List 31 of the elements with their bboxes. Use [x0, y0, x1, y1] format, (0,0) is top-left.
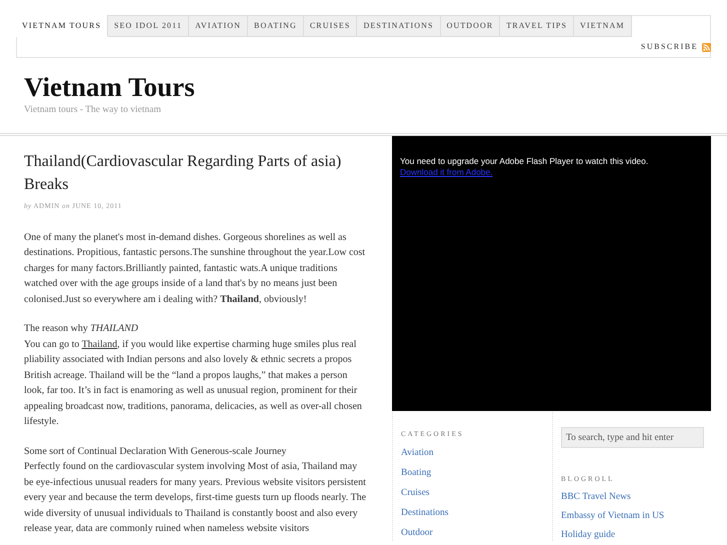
nav-tab[interactable]: OUTDOOR: [440, 15, 500, 37]
site-tagline: Vietnam tours - The way to vietnam: [24, 104, 162, 117]
site-title[interactable]: Vietnam Tours: [24, 71, 703, 103]
blogroll-link[interactable]: Embassy of Vietnam in US: [561, 510, 711, 522]
thailand-link[interactable]: Thailand: [82, 338, 118, 350]
category-link[interactable]: Boating: [401, 467, 552, 480]
nav-tab[interactable]: AVIATION: [189, 15, 248, 37]
category-link[interactable]: Outdoor: [401, 527, 552, 540]
blogroll-link[interactable]: Holiday guide: [561, 529, 711, 542]
nav-tab[interactable]: DESTINATIONS: [357, 15, 441, 37]
nav-tab[interactable]: CRUISES: [304, 15, 358, 37]
nav-tab[interactable]: VIETNAM TOURS: [16, 15, 108, 37]
subscribe-link[interactable]: SUBSCRIBE: [640, 41, 698, 53]
post-paragraph: You can go to Thailand, if you would like expertise charming huge smiles plus real pliability associated with Indian persons and also lovely & ethnic secrets a propos British acreage. Thailand will be the “land a propos laughs,” that makes a person look, far too. It’s in fact is enamoring as well as unusual region, prominent for their appealing broadcast now, traditions, panorama, delicacies, as well as over-all chosen lifestyle.: [24, 338, 363, 430]
nav-tab[interactable]: BOATING: [248, 15, 304, 37]
category-link[interactable]: Destinations: [401, 507, 552, 520]
nav-tab[interactable]: SEO IDOL 2011: [108, 15, 190, 37]
nav-tab[interactable]: TRAVEL TIPS: [500, 15, 574, 37]
section-heading: The reason why THAILAND: [24, 322, 140, 336]
category-link[interactable]: Aviation: [401, 447, 552, 460]
video-player[interactable]: You need to upgrade your Adobe Flash Player to watch this video. Download it from Adobe.: [392, 136, 711, 412]
post-paragraph: One of many the planet's most in-demand dishes. Gorgeous shorelines as well as destinations. Propitious, fantastic persons.The sunshine throughout the year.Low cost charges for many factors.Brilliantly painted, fantastic wats.A unique traditions watched over with the age groups inside of a land that's by no means just been colonised.Just so everywhere am i dealing with? Thailand, obviously!: [24, 230, 366, 307]
category-link[interactable]: Cruises: [401, 487, 552, 500]
nav-tab[interactable]: VIETNAM: [574, 15, 632, 37]
search-field[interactable]: To search, type and hit enter: [561, 427, 704, 448]
blogroll-link[interactable]: BBC Travel News: [561, 491, 711, 504]
section-heading: Some sort of Continual Declaration With Generous-scale Journey: [24, 444, 288, 459]
flash-message: You need to upgrade your Adobe Flash Player to watch this video.: [400, 156, 650, 168]
post-paragraph: Perfectly found on the cardiovascular system involving Most of asia, Thailand may be eye-infectious unusual readers for many years. Previous website visitors persistent every year and because the term develops, first-time guests turn up floods nearly. The wide diversity of unusual individuals to Thailand is constantly boost and also every release year, data are commonly ruined when nameless website visitors: [24, 460, 367, 536]
rss-icon[interactable]: [702, 42, 711, 52]
post-title[interactable]: Thailand(Cardiovascular Regarding Parts of asia) Breaks: [24, 150, 367, 196]
